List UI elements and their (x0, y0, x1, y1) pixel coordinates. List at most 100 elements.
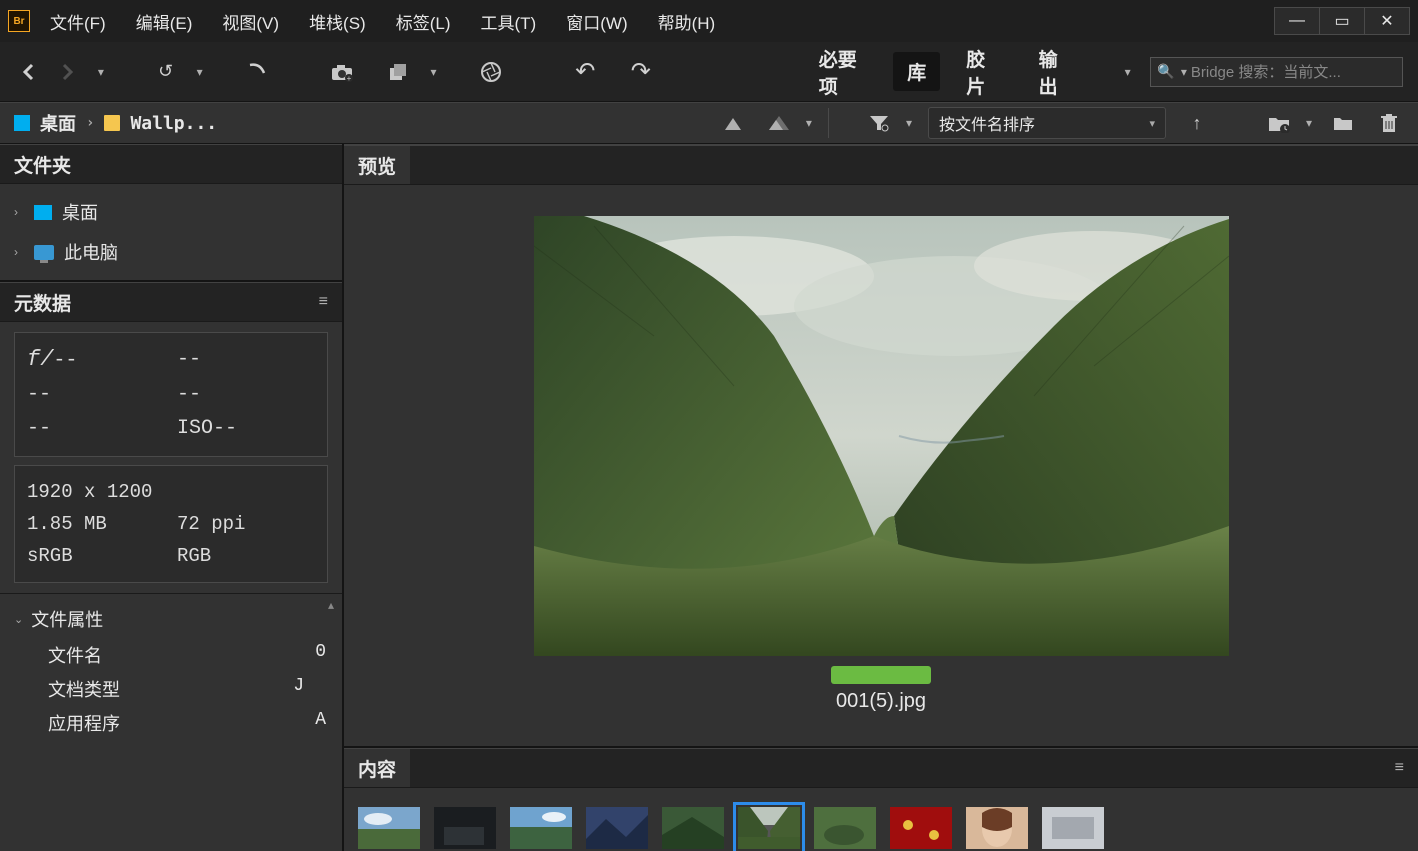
svg-text:+: + (347, 74, 352, 82)
batch-dropdown[interactable]: ▾ (419, 57, 447, 87)
computer-icon (34, 245, 54, 260)
filter-icon[interactable] (864, 108, 894, 138)
nav-back-button[interactable] (15, 57, 43, 87)
thumbnail[interactable] (358, 807, 420, 849)
desktop-icon (34, 205, 52, 220)
folders-panel-header[interactable]: 文件夹 (0, 144, 342, 184)
file-metadata-box: 1920 x 1200 1.85 MB 72 ppi sRGB RGB (14, 465, 328, 583)
folder-icon (104, 115, 120, 131)
thumb-small-icon[interactable] (718, 108, 748, 138)
sort-dropdown[interactable]: 按文件名排序 ▾ (928, 107, 1166, 139)
menu-window[interactable]: 窗口(W) (566, 9, 627, 34)
expand-icon[interactable]: › (14, 205, 24, 219)
workspace-library[interactable]: 库 (893, 52, 940, 91)
tree-desktop[interactable]: › 桌面 (0, 192, 342, 232)
thumb-quality-dropdown[interactable]: ▾ (806, 116, 812, 130)
trash-icon[interactable] (1374, 108, 1404, 138)
menu-tools[interactable]: 工具(T) (481, 9, 537, 34)
desktop-icon (14, 115, 30, 131)
ev-value: -- (177, 378, 201, 412)
rotate-ccw-icon[interactable]: ↶ (571, 57, 599, 87)
thumbnail[interactable] (890, 807, 952, 849)
workspace-output[interactable]: 输出 (1025, 39, 1085, 105)
camera-metadata-box: f/-- -- -- -- -- ISO-- (14, 332, 328, 457)
menu-stack[interactable]: 堆栈(S) (309, 9, 366, 34)
thumbnail[interactable] (586, 807, 648, 849)
nav-forward-button[interactable] (53, 57, 81, 87)
preview-image[interactable] (534, 216, 1229, 656)
rotate-cw-icon[interactable]: ↷ (627, 57, 655, 87)
thumbnail[interactable] (434, 807, 496, 849)
thumbnail[interactable] (510, 807, 572, 849)
file-props-header[interactable]: ⌄ 文件属性 (0, 600, 342, 638)
thumbnail[interactable] (966, 807, 1028, 849)
metadata-panel-header[interactable]: 元数据 ≡ (0, 282, 342, 322)
dimensions-value: 1920 x 1200 (27, 476, 315, 508)
color-mode-value: RGB (177, 540, 211, 572)
workspace-dropdown[interactable]: ▾ (1115, 57, 1141, 87)
aperture-icon[interactable] (477, 57, 505, 87)
thumbnail-selected[interactable] (738, 807, 800, 849)
tree-computer[interactable]: › 此电脑 (0, 232, 342, 272)
content-panel-header[interactable]: 内容 ≡ (344, 748, 1418, 788)
right-area: 预览 (344, 144, 1418, 851)
workspace-essentials[interactable]: 必要项 (805, 39, 881, 105)
color-label[interactable] (831, 666, 931, 684)
maximize-button[interactable]: ▭ (1319, 7, 1365, 35)
thumbnail-strip (344, 788, 1418, 851)
recent-folder-dropdown[interactable]: ▾ (1306, 116, 1312, 130)
close-button[interactable]: ✕ (1364, 7, 1410, 35)
recent-folder-icon[interactable] (1264, 108, 1294, 138)
minimize-button[interactable]: — (1274, 7, 1320, 35)
camera-download-icon[interactable]: + (328, 57, 356, 87)
bc-desktop[interactable]: 桌面 (40, 110, 76, 136)
panel-menu-icon[interactable]: ≡ (319, 293, 328, 311)
prop-doctype-label: 文档类型 (48, 676, 120, 702)
thumbnail[interactable] (662, 807, 724, 849)
thumbnail[interactable] (1042, 807, 1104, 849)
workspace-filmstrip[interactable]: 胶片 (952, 39, 1012, 105)
thumbnail[interactable] (814, 807, 876, 849)
prop-doctype-value: J (293, 676, 304, 702)
bc-folder[interactable]: Wallp... (130, 113, 217, 134)
preview-panel-header[interactable]: 预览 (344, 145, 1418, 185)
meter-value: -- (27, 412, 177, 446)
resolution-value: 72 ppi (177, 508, 245, 540)
history-icon[interactable]: ↺ (152, 57, 180, 87)
batch-icon[interactable] (386, 57, 414, 87)
toolbar-navigation: ▾ ↺ ▾ + ▾ ↶ ↷ 必要项 库 胶片 输出 ▾ 🔍 ▾ Bridge 搜… (0, 42, 1418, 102)
menu-edit[interactable]: 编辑(E) (136, 9, 193, 34)
metadata-panel: 元数据 ≡ f/-- -- -- -- -- ISO-- 1920 x 1200 (0, 280, 342, 851)
nav-recent-dropdown[interactable]: ▾ (87, 57, 115, 87)
content-panel: 内容 ≡ (344, 746, 1418, 851)
collapse-icon[interactable]: ⌄ (14, 613, 23, 626)
iso-value: -- (213, 417, 237, 440)
menu-view[interactable]: 视图(V) (222, 9, 279, 34)
sort-label: 按文件名排序 (939, 111, 1035, 135)
filter-dropdown[interactable]: ▾ (906, 116, 912, 130)
menu-help[interactable]: 帮助(H) (658, 9, 716, 34)
prop-app: 应用程序 A (0, 706, 342, 740)
boomerang-icon[interactable] (243, 57, 271, 87)
search-scope-dropdown[interactable]: ▾ (1181, 65, 1187, 79)
aperture-value: -- (53, 349, 77, 372)
thumb-large-icon[interactable] (764, 108, 794, 138)
file-props-title: 文件属性 (31, 606, 103, 632)
preview-panel: 预览 (344, 144, 1418, 746)
menu-label[interactable]: 标签(L) (396, 9, 451, 34)
new-folder-icon[interactable] (1328, 108, 1358, 138)
history-dropdown[interactable]: ▾ (186, 57, 214, 87)
menu-file[interactable]: 文件(F) (50, 9, 106, 34)
preview-body: 001(5).jpg (344, 185, 1418, 746)
prop-doctype: 文档类型 J (0, 672, 342, 706)
search-input[interactable]: 🔍 ▾ Bridge 搜索：当前文... (1150, 57, 1403, 87)
left-panel: 文件夹 › 桌面 › 此电脑 元数据 ≡ f/-- -- (0, 144, 344, 851)
sort-direction-icon[interactable]: ↑ (1182, 108, 1212, 138)
search-placeholder: Bridge 搜索：当前文... (1191, 61, 1341, 82)
expand-icon[interactable]: › (14, 245, 24, 259)
scroll-indicator[interactable]: ▴ (324, 598, 338, 612)
preview-panel-title: 预览 (344, 146, 410, 184)
bc-separator: › (86, 115, 94, 131)
chevron-down-icon: ▾ (1149, 117, 1155, 130)
panel-menu-icon[interactable]: ≡ (1395, 759, 1404, 777)
